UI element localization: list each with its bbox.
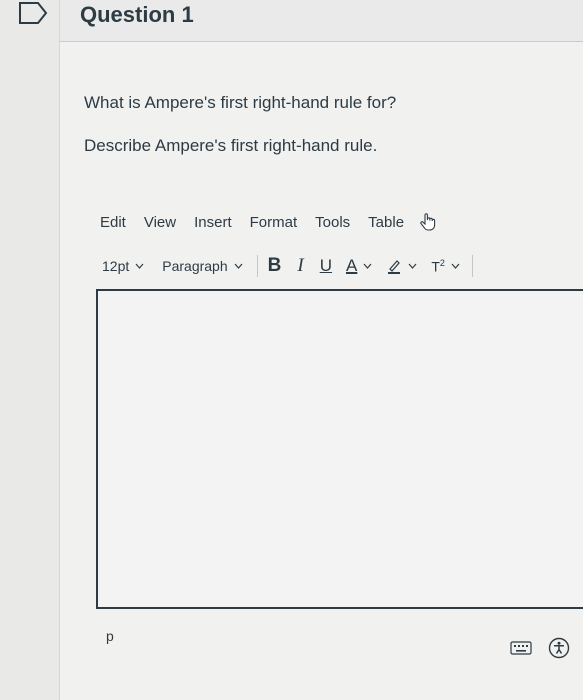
text-color-label: A xyxy=(345,256,358,275)
toolbar-divider xyxy=(471,255,473,277)
editor-toolbar: 12pt Paragraph B I U A T2 xyxy=(102,255,473,277)
flag-icon[interactable] xyxy=(18,2,48,24)
chevron-down-icon xyxy=(135,263,144,269)
underline-button[interactable]: U xyxy=(320,256,332,276)
accessibility-icon[interactable] xyxy=(548,637,570,659)
menu-insert[interactable]: Insert xyxy=(194,214,232,232)
menu-view[interactable]: View xyxy=(144,214,176,232)
bold-button[interactable]: B xyxy=(268,255,282,277)
highlighter-icon xyxy=(388,260,401,274)
element-path: p xyxy=(106,628,114,644)
italic-button[interactable]: I xyxy=(297,255,303,277)
chevron-down-icon xyxy=(408,263,417,269)
question-content: What is Ampere's first right-hand rule f… xyxy=(60,43,583,700)
toolbar-divider xyxy=(256,255,258,277)
keyboard-icon[interactable] xyxy=(510,640,532,656)
menu-edit[interactable]: Edit xyxy=(100,214,126,232)
question-title: Question 1 xyxy=(80,2,194,27)
chevron-down-icon xyxy=(451,263,460,269)
answer-editor[interactable] xyxy=(96,289,583,609)
editor-menubar: Edit View Insert Format Tools Table xyxy=(100,213,438,232)
chevron-down-icon xyxy=(363,263,372,269)
question-prompt: Describe Ampere's first right-hand rule. xyxy=(84,136,378,155)
hand-pointer-icon xyxy=(420,213,436,231)
question-text: What is Ampere's first right-hand rule f… xyxy=(84,93,397,112)
block-format-value: Paragraph xyxy=(162,258,228,274)
text-color-button[interactable]: A xyxy=(346,256,372,276)
font-size-value: 12pt xyxy=(102,258,130,274)
font-size-select[interactable]: 12pt xyxy=(102,258,144,274)
chevron-down-icon xyxy=(234,263,243,269)
superscript-label: T2 xyxy=(431,257,445,275)
question-nav-strip xyxy=(0,0,60,700)
block-format-select[interactable]: Paragraph xyxy=(162,258,243,274)
question-header: Question 1 xyxy=(60,0,583,42)
menu-tools[interactable]: Tools xyxy=(315,214,350,232)
menu-format[interactable]: Format xyxy=(250,214,298,232)
superscript-button[interactable]: T2 xyxy=(431,257,460,275)
highlight-color-button[interactable] xyxy=(386,258,417,274)
menu-table[interactable]: Table xyxy=(368,214,404,232)
